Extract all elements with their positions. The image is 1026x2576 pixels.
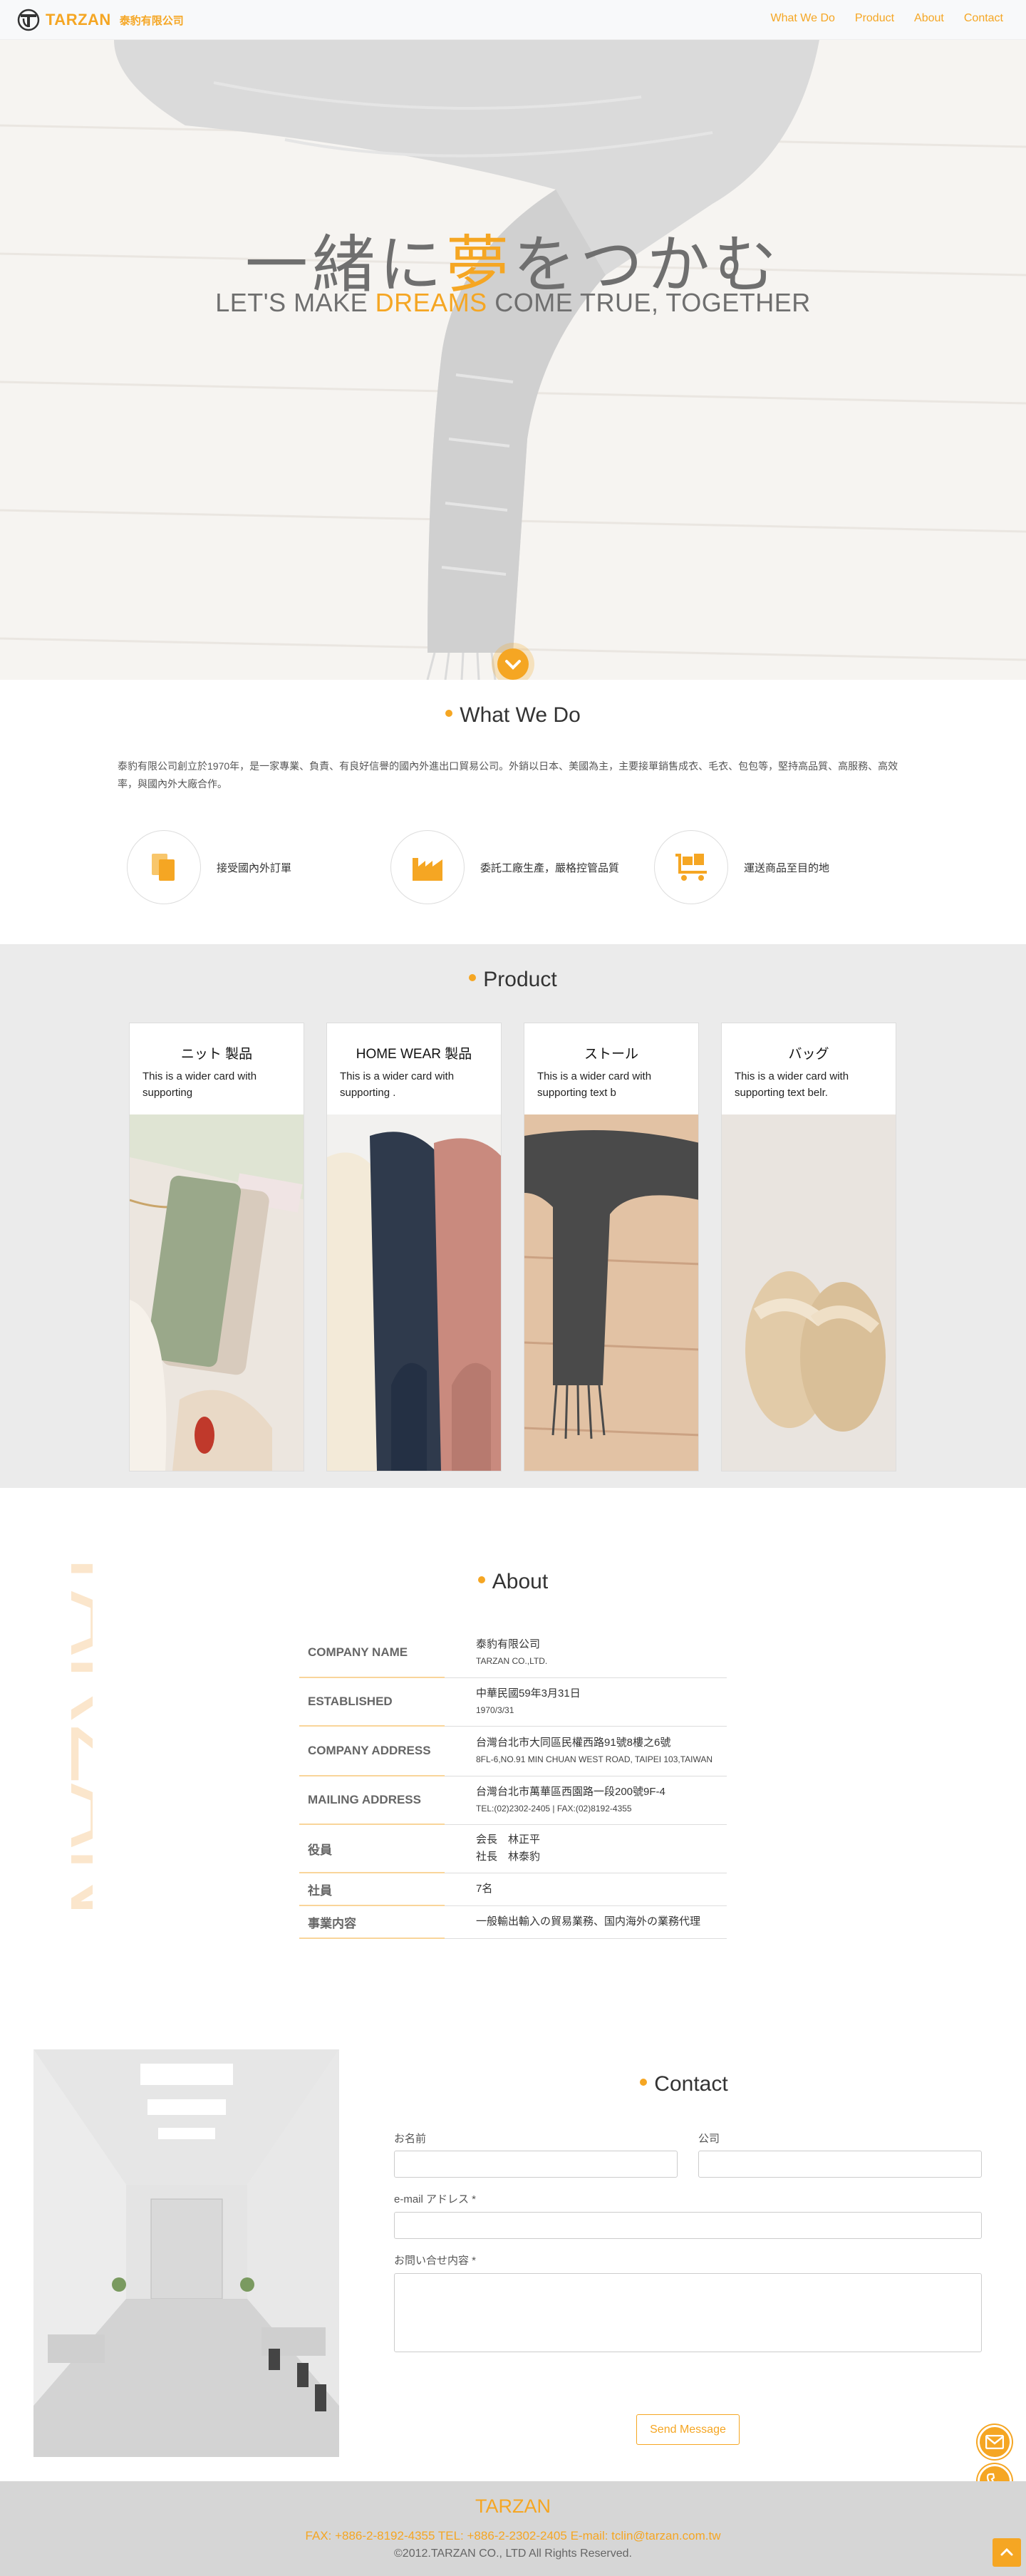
row-value: 一般輸出輸入の貿易業務、国内海外の業務代理 [445, 1905, 727, 1939]
row-value: 会長 林正平 社長 林泰豹 [445, 1824, 727, 1873]
hero-subtitle: LET'S MAKE DREAMS COME TRUE, TOGETHER [215, 288, 811, 317]
bullet-dot-icon [445, 710, 453, 718]
product-card-home-wear[interactable]: HOME WEAR 製品 This is a wider card with s… [326, 1023, 502, 1471]
card-text: This is a wider card with supporting tex… [735, 1070, 849, 1099]
cart-delivery-icon [675, 854, 707, 881]
row-label: 社員 [299, 1873, 445, 1906]
mail-icon [985, 2435, 1004, 2449]
what-we-do-heading: What We Do [0, 703, 1026, 728]
table-row: COMPANY NAME 泰豹有限公司 TARZAN CO.,LTD. [299, 1628, 727, 1678]
card-title: ニット 製品 [180, 1047, 253, 1062]
company-info-table: COMPANY NAME 泰豹有限公司 TARZAN CO.,LTD. ESTAB… [299, 1628, 727, 1939]
svg-text:TARZAN: TARZAN [51, 1539, 93, 1917]
service-item: 運送商品至目的地 [654, 830, 829, 904]
service-icon-circle [654, 830, 728, 904]
email-input[interactable] [394, 2212, 982, 2239]
chevron-down-icon [505, 660, 521, 670]
back-to-top-button[interactable] [993, 2538, 1021, 2567]
service-item: 接受國內外訂單 [127, 830, 291, 904]
tarzan-logo-icon [17, 9, 40, 31]
about-heading: About [0, 1570, 1026, 1594]
nav-product[interactable]: Product [855, 12, 894, 25]
bullet-dot-icon [640, 2079, 648, 2086]
company-input[interactable] [698, 2151, 982, 2178]
service-item: 委託工廠生產，嚴格控管品質 [390, 830, 619, 904]
nav-contact[interactable]: Contact [964, 12, 1003, 25]
scroll-down-button[interactable] [497, 648, 529, 680]
factory-icon [413, 858, 442, 881]
name-label: お名前 [394, 2133, 427, 2145]
service-icon-circle [127, 830, 201, 904]
card-title: HOME WEAR 製品 [356, 1047, 472, 1062]
table-row: 事業内容 一般輸出輸入の貿易業務、国内海外の業務代理 [299, 1905, 727, 1939]
service-label: 委託工廠生產，嚴格控管品質 [480, 862, 620, 874]
office-interior-image [33, 2049, 339, 2457]
floating-mail-button[interactable] [978, 2425, 1012, 2459]
message-label: お問い合せ内容 * [394, 2255, 477, 2267]
product-card-bag[interactable]: バッグ This is a wider card with supporting… [721, 1023, 896, 1471]
table-row: 社員 7名 [299, 1873, 727, 1906]
brand-link[interactable]: TARZAN 泰豹有限公司 [17, 9, 184, 31]
send-message-button[interactable]: Send Message [636, 2414, 740, 2445]
table-row: ESTABLISHED 中華民國59年3月31日 1970/3/31 [299, 1677, 727, 1727]
row-value: 泰豹有限公司 TARZAN CO.,LTD. [445, 1628, 727, 1678]
hero-banner: 一緒に夢をつかむ LET'S MAKE DREAMS COME TRUE, TO… [0, 40, 1026, 680]
brand-name: TARZAN [46, 11, 111, 29]
row-label: MAILING ADDRESS [299, 1776, 445, 1825]
row-label: 事業内容 [299, 1905, 445, 1939]
table-row: 役員 会長 林正平 社長 林泰豹 [299, 1824, 727, 1873]
nav-about[interactable]: About [914, 12, 944, 25]
card-text: This is a wider card with supporting tex… [537, 1070, 652, 1099]
table-row: MAILING ADDRESS 台灣台北市萬華區西園路一段200號9F-4 TEL… [299, 1776, 727, 1825]
card-title: バッグ [788, 1047, 829, 1062]
card-text: This is a wider card with supporting [142, 1070, 257, 1099]
row-label: 役員 [299, 1824, 445, 1873]
tarzan-watermark: TARZAN [51, 1539, 93, 1917]
email-label: e-mail アドレス * [394, 2193, 477, 2205]
what-we-do-text: 泰豹有限公司創立於1970年，是一家專業、負責、有良好信譽的國內外進出口貿易公司… [118, 760, 898, 790]
card-text: This is a wider card with supporting . [340, 1070, 455, 1099]
company-label: 公司 [698, 2133, 720, 2145]
message-textarea[interactable] [394, 2273, 982, 2352]
footer-copyright: ©2012.TARZAN CO., LTD All Rights Reserve… [394, 2547, 632, 2560]
chevron-up-icon [1000, 2547, 1013, 2556]
row-label: ESTABLISHED [299, 1677, 445, 1727]
hero-overlay [0, 40, 1026, 680]
footer-brand: TARZAN [475, 2495, 551, 2517]
row-value: 中華民國59年3月31日 1970/3/31 [445, 1677, 727, 1727]
row-label: COMPANY ADDRESS [299, 1726, 445, 1776]
service-label: 運送商品至目的地 [744, 862, 830, 874]
brand-cn-name: 泰豹有限公司 [119, 14, 184, 27]
service-label: 接受國內外訂單 [217, 862, 292, 874]
nav-links: What We Do Product About Contact [771, 12, 1004, 25]
bullet-dot-icon [469, 974, 477, 982]
slippers-product-image [722, 1114, 896, 1471]
row-label: COMPANY NAME [299, 1628, 445, 1678]
row-value: 台灣台北市大同區民權西路91號8樓之6號 8FL-6,NO.91 MIN CHUA… [445, 1726, 727, 1776]
row-value: 7名 [445, 1873, 727, 1906]
footer: TARZAN FAX: +886-2-8192-4355 TEL: +886-2… [0, 2481, 1026, 2576]
product-heading: Product [0, 968, 1026, 992]
name-input[interactable] [394, 2151, 678, 2178]
document-copy-icon [152, 854, 175, 881]
bullet-dot-icon [477, 1576, 485, 1584]
footer-contact: FAX: +886-2-8192-4355 TEL: +886-2-2302-2… [305, 2529, 721, 2543]
product-card-knit[interactable]: ニット 製品 This is a wider card with support… [129, 1023, 304, 1471]
nav-what-we-do[interactable]: What We Do [771, 12, 835, 25]
product-card-stole[interactable]: ストール This is a wider card with supportin… [524, 1023, 699, 1471]
service-icon-circle [390, 830, 465, 904]
sweaters-product-image [327, 1114, 501, 1471]
card-title: ストール [584, 1047, 638, 1062]
bag-product-image [130, 1114, 304, 1471]
table-row: COMPANY ADDRESS 台灣台北市大同區民權西路91號8樓之6號 8FL-… [299, 1726, 727, 1776]
contact-heading: Contact [342, 2072, 1026, 2096]
navbar: TARZAN 泰豹有限公司 What We Do Product About C… [0, 0, 1026, 40]
scarf-product-image [524, 1114, 698, 1471]
row-value: 台灣台北市萬華區西園路一段200號9F-4 TEL:(02)2302-2405 |… [445, 1776, 727, 1825]
